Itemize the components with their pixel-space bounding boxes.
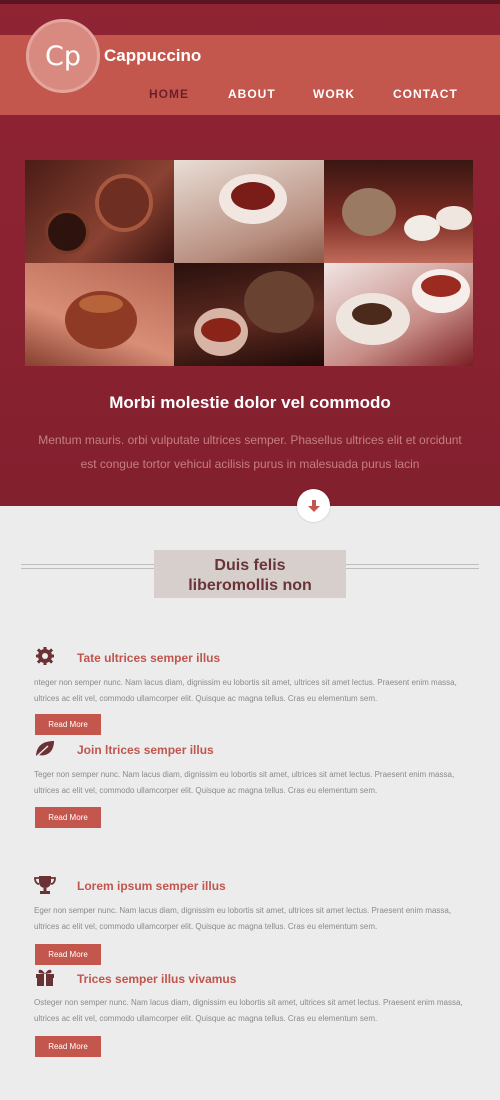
top-border: [0, 0, 500, 4]
section-title: Duis felis liberomollis non: [154, 550, 346, 598]
gear-icon: [36, 647, 54, 665]
feature-title[interactable]: Tate ultrices semper illus: [77, 651, 220, 665]
read-more-button[interactable]: Read More: [35, 807, 101, 828]
read-more-button[interactable]: Read More: [35, 944, 101, 965]
main-nav: HOME ABOUT WORK CONTACT: [0, 87, 500, 103]
feature-title[interactable]: Lorem ipsum semper illus: [77, 879, 226, 893]
read-more-button[interactable]: Read More: [35, 1036, 101, 1057]
logo[interactable]: Cp: [26, 19, 100, 93]
brand-name[interactable]: Cappuccino: [104, 46, 201, 66]
tea-photo-grid: [25, 160, 473, 366]
section-title-line1: Duis felis: [214, 557, 286, 574]
trophy-icon: [34, 876, 56, 894]
nav-home[interactable]: HOME: [149, 87, 189, 101]
photo-tea-leaves: [324, 263, 473, 366]
arrow-down-icon: [307, 499, 320, 512]
photo-tea-tins: [25, 160, 174, 263]
photo-tea-cup: [174, 160, 324, 263]
logo-text: Cp: [45, 40, 81, 72]
feature-item: Trices semper illus vivamus Osteger non …: [34, 967, 474, 1057]
feature-text: nteger non semper nunc. Nam lacus diam, …: [34, 678, 457, 703]
nav-about[interactable]: ABOUT: [228, 87, 276, 101]
gift-icon: [36, 969, 54, 986]
feature-text: Teger non semper nunc. Nam lacus diam, d…: [34, 770, 455, 795]
feature-text: Osteger non semper nunc. Nam lacus diam,…: [34, 998, 463, 1023]
nav-work[interactable]: WORK: [313, 87, 355, 101]
feature-item: Join ltrices semper illus Teger non semp…: [34, 739, 474, 829]
photo-teapot: [324, 160, 473, 263]
section-title-line2: liberomollis non: [188, 577, 312, 594]
hero-text: Mentum mauris. orbi vulputate ultrices s…: [38, 433, 462, 471]
feature-title[interactable]: Join ltrices semper illus: [77, 743, 214, 757]
feature-title[interactable]: Trices semper illus vivamus: [77, 972, 236, 986]
photo-tea-bowl: [25, 263, 174, 366]
scroll-down-button[interactable]: [297, 489, 330, 522]
read-more-button[interactable]: Read More: [35, 714, 101, 735]
hero-title: Morbi molestie dolor vel commodo: [109, 393, 391, 412]
feature-item: Lorem ipsum semper illus Eger non semper…: [34, 875, 474, 965]
nav-contact[interactable]: CONTACT: [393, 87, 458, 101]
leaf-icon: [35, 741, 54, 758]
photo-clay-pot: [174, 263, 324, 366]
feature-text: Eger non semper nunc. Nam lacus diam, di…: [34, 906, 452, 931]
feature-item: Tate ultrices semper illus nteger non se…: [34, 647, 474, 737]
